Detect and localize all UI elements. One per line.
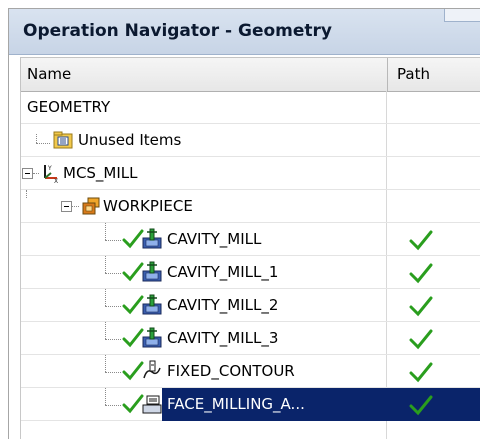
tree-row-label: MCS_MILL xyxy=(63,164,138,182)
tree-connector xyxy=(72,206,79,207)
tree-connector xyxy=(105,240,121,241)
tree-connector xyxy=(105,223,106,240)
tree-row-label: CAVITY_MILL xyxy=(167,230,262,248)
tree-row-label: FIXED_CONTOUR xyxy=(167,362,295,380)
mcs-axes-icon: Y X xyxy=(44,165,58,184)
tree-row-label: Unused Items xyxy=(78,131,182,149)
tree-connector xyxy=(105,256,106,273)
navigator-title: Operation Navigator - Geometry xyxy=(23,21,332,41)
collapse-toggle[interactable] xyxy=(61,201,72,212)
tree-connector xyxy=(105,339,121,340)
path-ok-check-icon xyxy=(409,263,433,284)
tree-connector xyxy=(105,405,121,406)
workpiece-icon xyxy=(82,197,100,215)
tree-connector xyxy=(105,372,121,373)
tree-connector xyxy=(105,388,106,405)
tree-connector xyxy=(105,322,106,339)
cavity-mill-icon xyxy=(142,327,162,348)
tree-row-label: GEOMETRY xyxy=(27,98,111,116)
tree-row-label: CAVITY_MILL_1 xyxy=(167,263,279,281)
tree-connector xyxy=(105,306,121,307)
tree-row-label: CAVITY_MILL_2 xyxy=(167,296,279,314)
path-ok-check-icon xyxy=(409,296,433,317)
cavity-mill-icon xyxy=(142,261,162,282)
tree-row-cavity-mill[interactable]: CAVITY_MILL xyxy=(21,223,480,256)
column-header-path[interactable]: Path xyxy=(397,65,430,83)
tree-row-mcs-mill[interactable]: Y X MCS_MILL xyxy=(21,157,480,190)
cavity-mill-icon xyxy=(142,228,162,249)
tree-row-fixed-contour[interactable]: FIXED_CONTOUR xyxy=(21,355,480,388)
path-ok-check-icon xyxy=(409,230,433,251)
tree-row-label: FACE_MILLING_A... xyxy=(167,395,305,413)
fixed-contour-icon xyxy=(143,360,161,379)
tree-connector xyxy=(105,289,106,306)
tree-row-unused-items[interactable]: Unused Items xyxy=(21,124,480,157)
tree-row-face-milling[interactable]: FACE_MILLING_A... xyxy=(21,388,480,421)
tree-connector xyxy=(36,134,37,143)
tree-row-cavity-mill-1[interactable]: CAVITY_MILL_1 xyxy=(21,256,480,289)
tree-connector xyxy=(26,190,27,198)
column-header: Name Path xyxy=(20,57,480,92)
tree-connector xyxy=(105,355,106,372)
title-tab[interactable] xyxy=(444,9,480,22)
path-ok-check-icon xyxy=(409,395,433,416)
face-milling-icon xyxy=(142,395,162,414)
tree-row-workpiece[interactable]: WORKPIECE xyxy=(21,190,480,223)
path-ok-check-icon xyxy=(409,329,433,350)
collapse-toggle[interactable] xyxy=(22,168,33,179)
unused-items-folder-icon xyxy=(53,131,73,149)
svg-text:Y: Y xyxy=(47,165,52,172)
cavity-mill-icon xyxy=(142,294,162,315)
navigator-title-bar[interactable]: Operation Navigator - Geometry xyxy=(9,9,480,55)
column-header-name[interactable]: Name xyxy=(27,65,71,83)
path-ok-check-icon xyxy=(409,362,433,383)
tree-row-label: WORKPIECE xyxy=(103,197,193,215)
tree-connector xyxy=(36,143,50,144)
svg-text:X: X xyxy=(54,178,58,184)
tree-connector xyxy=(105,273,121,274)
tree-row-label: CAVITY_MILL_3 xyxy=(167,329,279,347)
tree-row-cavity-mill-2[interactable]: CAVITY_MILL_2 xyxy=(21,289,480,322)
tree-row-cavity-mill-3[interactable]: CAVITY_MILL_3 xyxy=(21,322,480,355)
column-divider[interactable] xyxy=(387,58,388,91)
tree-row-geometry[interactable]: GEOMETRY xyxy=(21,91,480,124)
